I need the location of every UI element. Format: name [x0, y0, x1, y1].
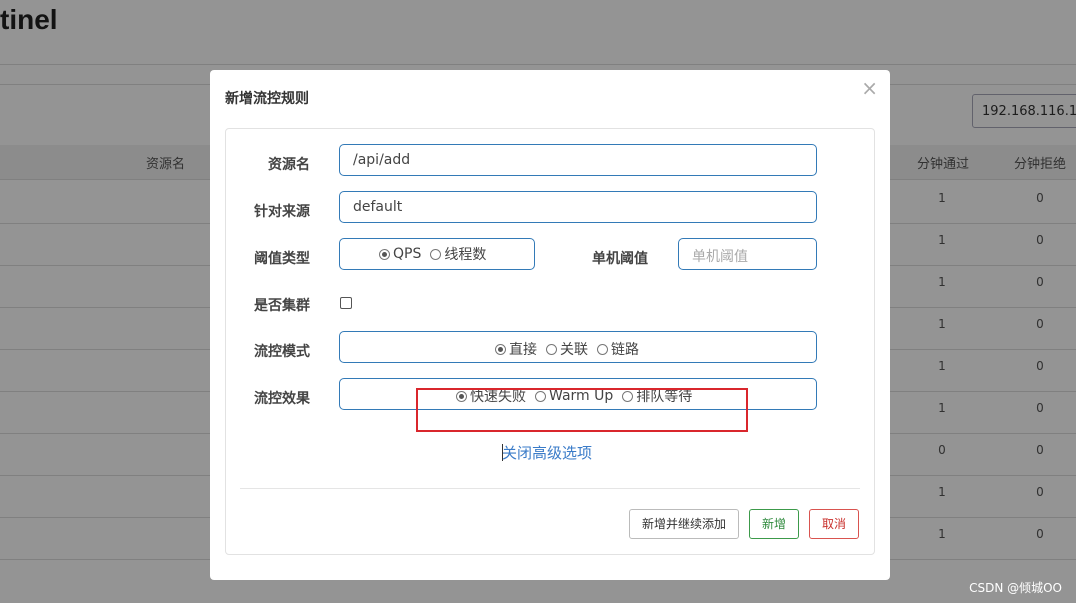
strategy-group: 直接 关联 链路: [339, 331, 817, 363]
text-cursor: [502, 444, 503, 461]
control-behavior-label: 流控效果: [254, 391, 310, 407]
toggle-advanced-link[interactable]: 关闭高级选项: [502, 442, 592, 463]
threshold-type-label: 阈值类型: [254, 251, 310, 267]
strategy-label: 流控模式: [254, 344, 310, 360]
threshold-label: 单机阈值: [592, 251, 648, 267]
radio-qps-icon[interactable]: [379, 248, 390, 260]
footer-divider: [240, 488, 860, 489]
radio-chain-icon[interactable]: [597, 343, 608, 355]
radio-thread-icon[interactable]: [430, 248, 442, 260]
radio-qps[interactable]: QPS: [379, 246, 421, 262]
limit-app-input[interactable]: default: [339, 191, 817, 223]
add-button[interactable]: 新增: [749, 509, 799, 539]
radio-thread-count[interactable]: 线程数: [430, 244, 486, 264]
cluster-checkbox[interactable]: [340, 297, 352, 309]
limit-app-label: 针对来源: [254, 204, 310, 220]
radio-direct-icon[interactable]: [495, 343, 506, 355]
radio-chain[interactable]: 链路: [597, 339, 639, 359]
close-icon[interactable]: ×: [861, 76, 878, 100]
resource-value: /api/add: [353, 152, 411, 168]
cluster-label: 是否集群: [254, 298, 310, 314]
threshold-input[interactable]: 单机阈值: [678, 238, 817, 270]
resource-input[interactable]: /api/add: [339, 144, 817, 176]
threshold-placeholder: 单机阈值: [692, 249, 748, 265]
add-and-continue-button[interactable]: 新增并继续添加: [629, 509, 739, 539]
watermark: CSDN @倾城OO: [969, 581, 1062, 595]
dialog-title: 新增流控规则: [225, 91, 309, 107]
annotation-highlight-box: [416, 388, 748, 432]
add-flow-rule-dialog: 新增流控规则 × 资源名 /api/add 针对来源 default 阈值类型 …: [210, 70, 890, 580]
limit-app-value: default: [353, 199, 403, 215]
radio-direct[interactable]: 直接: [495, 339, 537, 359]
radio-relate-icon[interactable]: [546, 343, 557, 355]
resource-label: 资源名: [268, 157, 310, 173]
cancel-button[interactable]: 取消: [809, 509, 859, 539]
threshold-type-group: QPS 线程数: [339, 238, 535, 270]
radio-relate[interactable]: 关联: [546, 339, 588, 359]
